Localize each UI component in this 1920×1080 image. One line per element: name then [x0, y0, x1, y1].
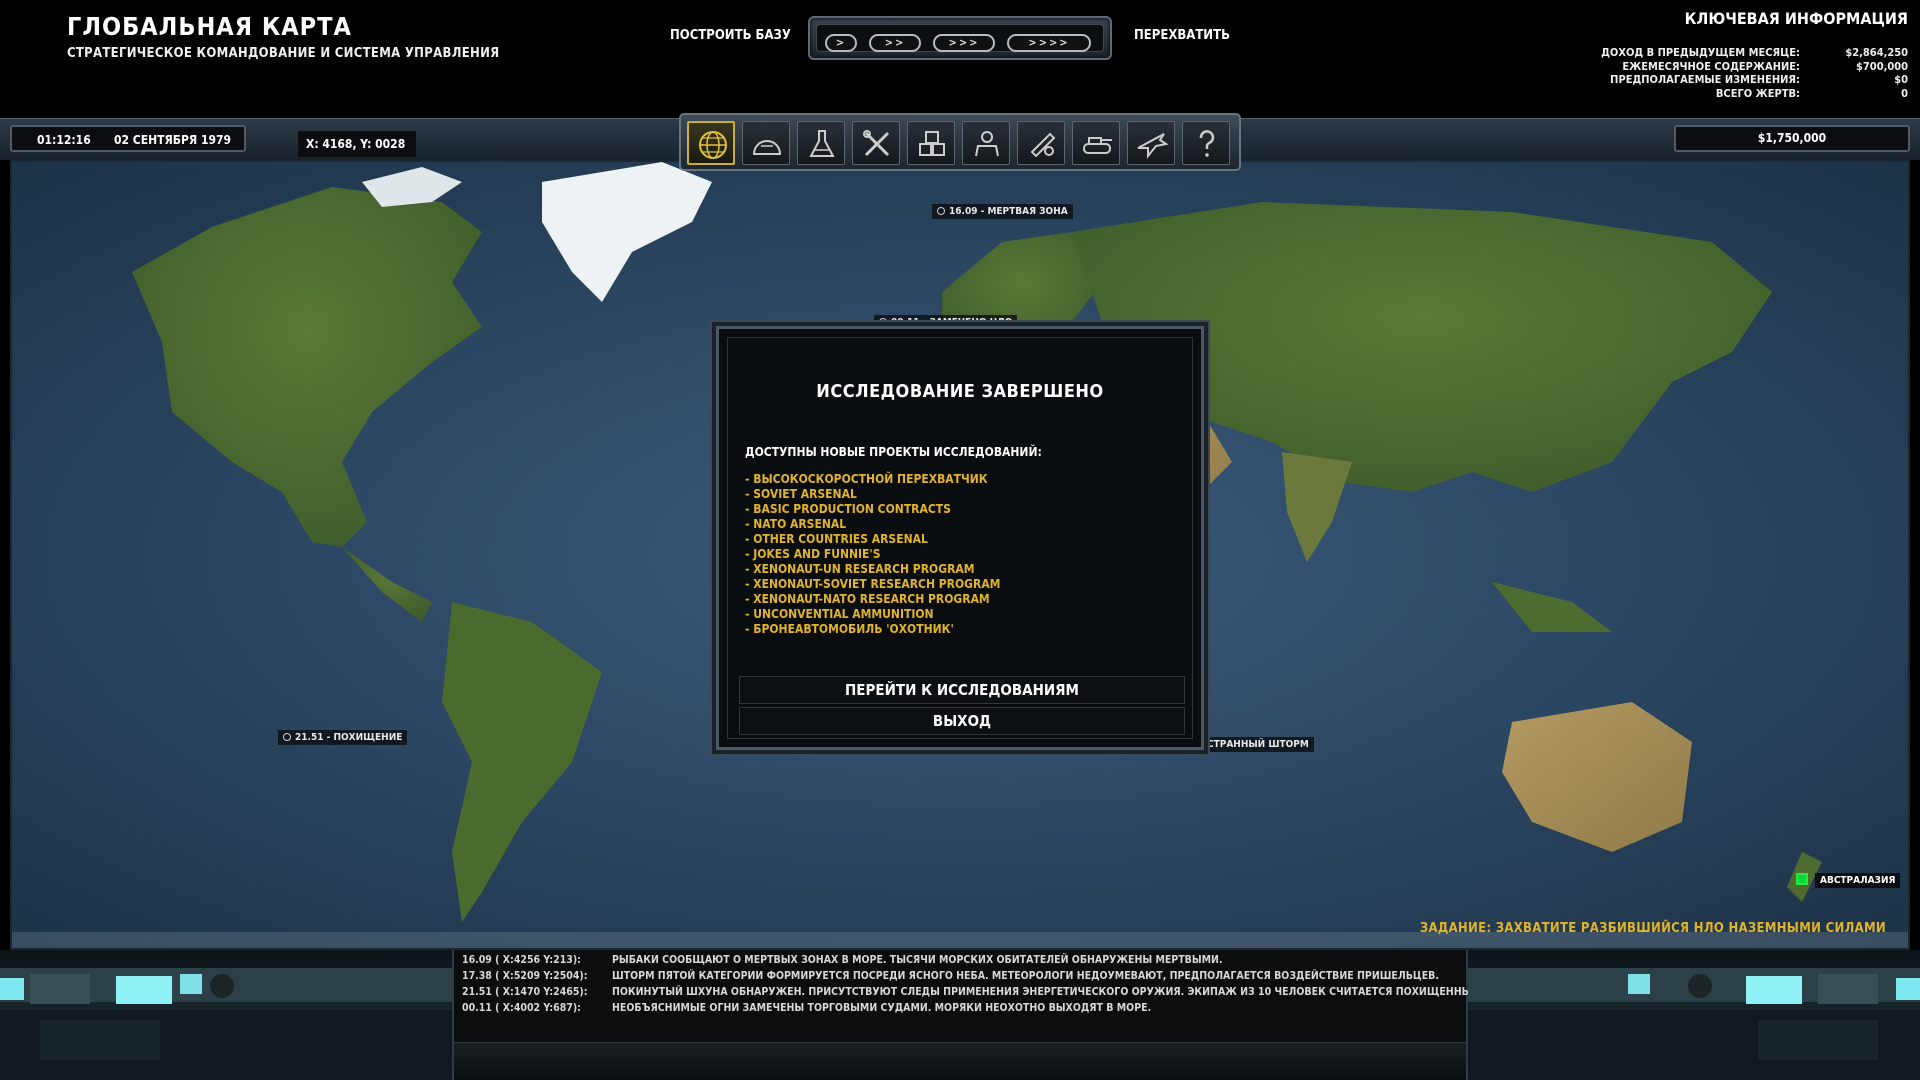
key-info-value: 0 — [1901, 86, 1908, 100]
intercept-button[interactable]: ПЕРЕХВАТИТЬ — [1134, 28, 1230, 43]
page-subtitle: СТРАТЕГИЧЕСКОЕ КОМАНДОВАНИЕ И СИСТЕМА УП… — [67, 46, 500, 61]
dome-icon — [752, 140, 782, 155]
geoscape-button[interactable] — [687, 121, 735, 165]
research-project-item: - SOVIET ARSENAL — [745, 487, 857, 501]
top-header: ГЛОБАЛЬНАЯ КАРТА СТРАТЕГИЧЕСКОЕ КОМАНДОВ… — [0, 0, 1920, 118]
speed-4-button[interactable]: >>>> — [1007, 34, 1091, 52]
bottom-panel: 16.09 ( X:4256 Y:213): РЫБАКИ СООБЩАЮТ О… — [0, 950, 1920, 1080]
key-info-label: ДОХОД В ПРЕДЫДУЩЕМ МЕСЯЦЕ: — [1601, 46, 1800, 59]
research-project-item: - BASIC PRODUCTION CONTRACTS — [745, 502, 951, 516]
dialog-title: ИССЛЕДОВАНИЕ ЗАВЕРШЕНО — [816, 381, 1104, 402]
marker-ring-icon — [937, 207, 945, 215]
operators-right-illustration — [1468, 968, 1920, 1080]
dialog-subtitle: ДОСТУПНЫ НОВЫЕ ПРОЕКТЫ ИССЛЕДОВАНИЙ: — [745, 445, 1042, 459]
marker-label: 21.51 - ПОХИЩЕНИЕ — [295, 732, 403, 743]
speed-panel-inner: > >> >>> >>>> — [816, 24, 1104, 52]
marker-ring-icon — [879, 318, 887, 326]
mission-objective[interactable]: ЗАДАНИЕ: ЗАХВАТИТЕ РАЗБИВШИЙСЯ НЛО НАЗЕМ… — [1420, 921, 1886, 936]
log-entry-message: ШТОРМ ПЯТОЙ КАТЕГОРИИ ФОРМИРУЕТСЯ ПОСРЕД… — [612, 970, 1439, 982]
research-project-list: - ВЫСОКОСКОРОСТНОЙ ПЕРЕХВАТЧИК - SOVIET … — [745, 472, 1000, 637]
game-time: 01:12:16 — [37, 133, 91, 147]
research-project-item: - NATO ARSENAL — [745, 517, 847, 531]
page-title: ГЛОБАЛЬНАЯ КАРТА — [67, 12, 352, 41]
marker-ring-icon — [283, 733, 291, 741]
key-info-row: ВСЕГО ЖЕРТВ: 0 — [1568, 87, 1908, 101]
key-info-value: $2,864,250 — [1845, 46, 1908, 59]
tank-icon — [1083, 137, 1112, 154]
operators-left-illustration — [0, 968, 452, 1080]
main-toolbar — [679, 113, 1241, 171]
research-project-item: - JOKES AND FUNNIE'S — [745, 547, 881, 561]
key-info-row: ЕЖЕМЕСЯЧНОЕ СОДЕРЖАНИЕ: $700,000 — [1568, 60, 1908, 74]
base-marker-icon[interactable] — [1796, 873, 1808, 885]
flask-icon — [809, 130, 835, 157]
operations-room-left — [0, 950, 452, 1080]
log-entry-coords: 21.51 ( X:1470 Y:2465): — [462, 986, 588, 998]
time-speed-panel: > >> >>> >>>> — [808, 16, 1112, 60]
key-info-label: ВСЕГО ЖЕРТВ: — [1715, 86, 1800, 100]
crates-icon — [919, 131, 945, 156]
operations-room-right — [1468, 950, 1920, 1080]
research-project-item: - XENONAUT-NATO RESEARCH PROGRAM — [745, 592, 990, 606]
tools-icon — [863, 130, 890, 157]
log-entry-message: РЫБАКИ СООБЩАЮТ О МЕРТВЫХ ЗОНАХ В МОРЕ. … — [612, 954, 1223, 966]
help-button[interactable] — [1182, 121, 1230, 165]
research-project-item: - UNCONVENTIAL AMMUNITION — [745, 607, 934, 621]
research-project-item: - ВЫСОКОСКОРОСТНОЙ ПЕРЕХВАТЧИК — [745, 472, 988, 486]
log-entry-message: НЕОБЪЯСНИМЫЕ ОГНИ ЗАМЕЧЕНЫ ТОРГОВЫМИ СУД… — [612, 1002, 1152, 1014]
soldier-icon — [975, 131, 999, 157]
cursor-coordinates: X: 4168, Y: 0028 — [298, 131, 416, 157]
vehicles-button[interactable] — [1072, 121, 1120, 165]
log-entry-coords: 00.11 ( X:4002 Y:687): — [462, 1002, 581, 1014]
key-info-table: ДОХОД В ПРЕДЫДУЩЕМ МЕСЯЦЕ: $2,864,250 ЕЖ… — [1568, 46, 1908, 100]
aircraft-lock-icon — [1030, 132, 1056, 158]
log-entry-coords: 16.09 ( X:4256 Y:213): — [462, 954, 581, 966]
clock-panel: 01:12:16 02 СЕНТЯБРЯ 1979 — [10, 125, 246, 152]
key-info-label: ЕЖЕМЕСЯЧНОЕ СОДЕРЖАНИЕ: — [1622, 59, 1800, 73]
key-info-row: ПРЕДПОЛАГАЕМЫЕ ИЗМЕНЕНИЯ: $0 — [1568, 73, 1908, 87]
key-info-value: $0 — [1894, 73, 1908, 86]
marker-label: СТРАННЫЙ ШТОРМ — [1207, 739, 1309, 750]
go-to-research-button[interactable]: ПЕРЕЙТИ К ИССЛЕДОВАНИЯМ — [739, 676, 1185, 704]
base-button[interactable] — [742, 121, 790, 165]
speed-3-button[interactable]: >>> — [933, 34, 995, 52]
key-info-value: $700,000 — [1856, 59, 1908, 73]
engineering-button[interactable] — [852, 121, 900, 165]
key-info-label: ПРЕДПОЛАГАЕМЫЕ ИЗМЕНЕНИЯ: — [1610, 73, 1800, 86]
hangar-button[interactable] — [1017, 121, 1065, 165]
research-project-item: - XENONAUT-UN RESEARCH PROGRAM — [745, 562, 975, 576]
exit-button[interactable]: ВЫХОД — [739, 707, 1185, 735]
speed-1-button[interactable]: > — [825, 34, 857, 52]
research-project-item: - XENONAUT-SOVIET RESEARCH PROGRAM — [745, 577, 1001, 591]
build-base-button[interactable]: ПОСТРОИТЬ БАЗУ — [670, 28, 791, 43]
key-info-title: КЛЮЧЕВАЯ ИНФОРМАЦИЯ — [1684, 9, 1908, 28]
soldiers-button[interactable] — [962, 121, 1010, 165]
log-entry-message: ПОКИНУТЫЙ ШХУНА ОБНАРУЖЕН. ПРИСУТСТВУЮТ … — [612, 986, 1485, 998]
jet-icon — [1137, 133, 1169, 159]
key-info-row: ДОХОД В ПРЕДЫДУЩЕМ МЕСЯЦЕ: $2,864,250 — [1568, 46, 1908, 60]
funds-display: $1,750,000 — [1674, 125, 1910, 152]
log-footer — [454, 1042, 1466, 1080]
map-marker-abduction[interactable]: 21.51 - ПОХИЩЕНИЕ — [278, 730, 408, 745]
research-project-item: - БРОНЕАВТОМОБИЛЬ 'ОХОТНИК' — [745, 622, 954, 636]
map-marker-strange-storm[interactable]: СТРАННЫЙ ШТОРМ — [1202, 737, 1314, 752]
research-button[interactable] — [797, 121, 845, 165]
marker-label: 16.09 - МЕРТВАЯ ЗОНА — [949, 206, 1068, 217]
research-project-item: - OTHER COUNTRIES ARSENAL — [745, 532, 928, 546]
log-entry-coords: 17.38 ( X:5209 Y:2504): — [462, 970, 588, 982]
game-date: 02 СЕНТЯБРЯ 1979 — [114, 133, 232, 147]
globe-icon — [699, 131, 727, 159]
map-marker-dead-zone[interactable]: 16.09 - МЕРТВАЯ ЗОНА — [932, 204, 1073, 219]
help-icon — [1199, 130, 1215, 157]
stores-button[interactable] — [907, 121, 955, 165]
region-label: АВСТРАЛАЗИЯ — [1815, 873, 1901, 888]
aircraft-button[interactable] — [1127, 121, 1175, 165]
speed-2-button[interactable]: >> — [869, 34, 921, 52]
event-log[interactable]: 16.09 ( X:4256 Y:213): РЫБАКИ СООБЩАЮТ О… — [452, 950, 1484, 1080]
research-complete-dialog: ИССЛЕДОВАНИЕ ЗАВЕРШЕНО ДОСТУПНЫ НОВЫЕ ПР… — [716, 326, 1204, 750]
